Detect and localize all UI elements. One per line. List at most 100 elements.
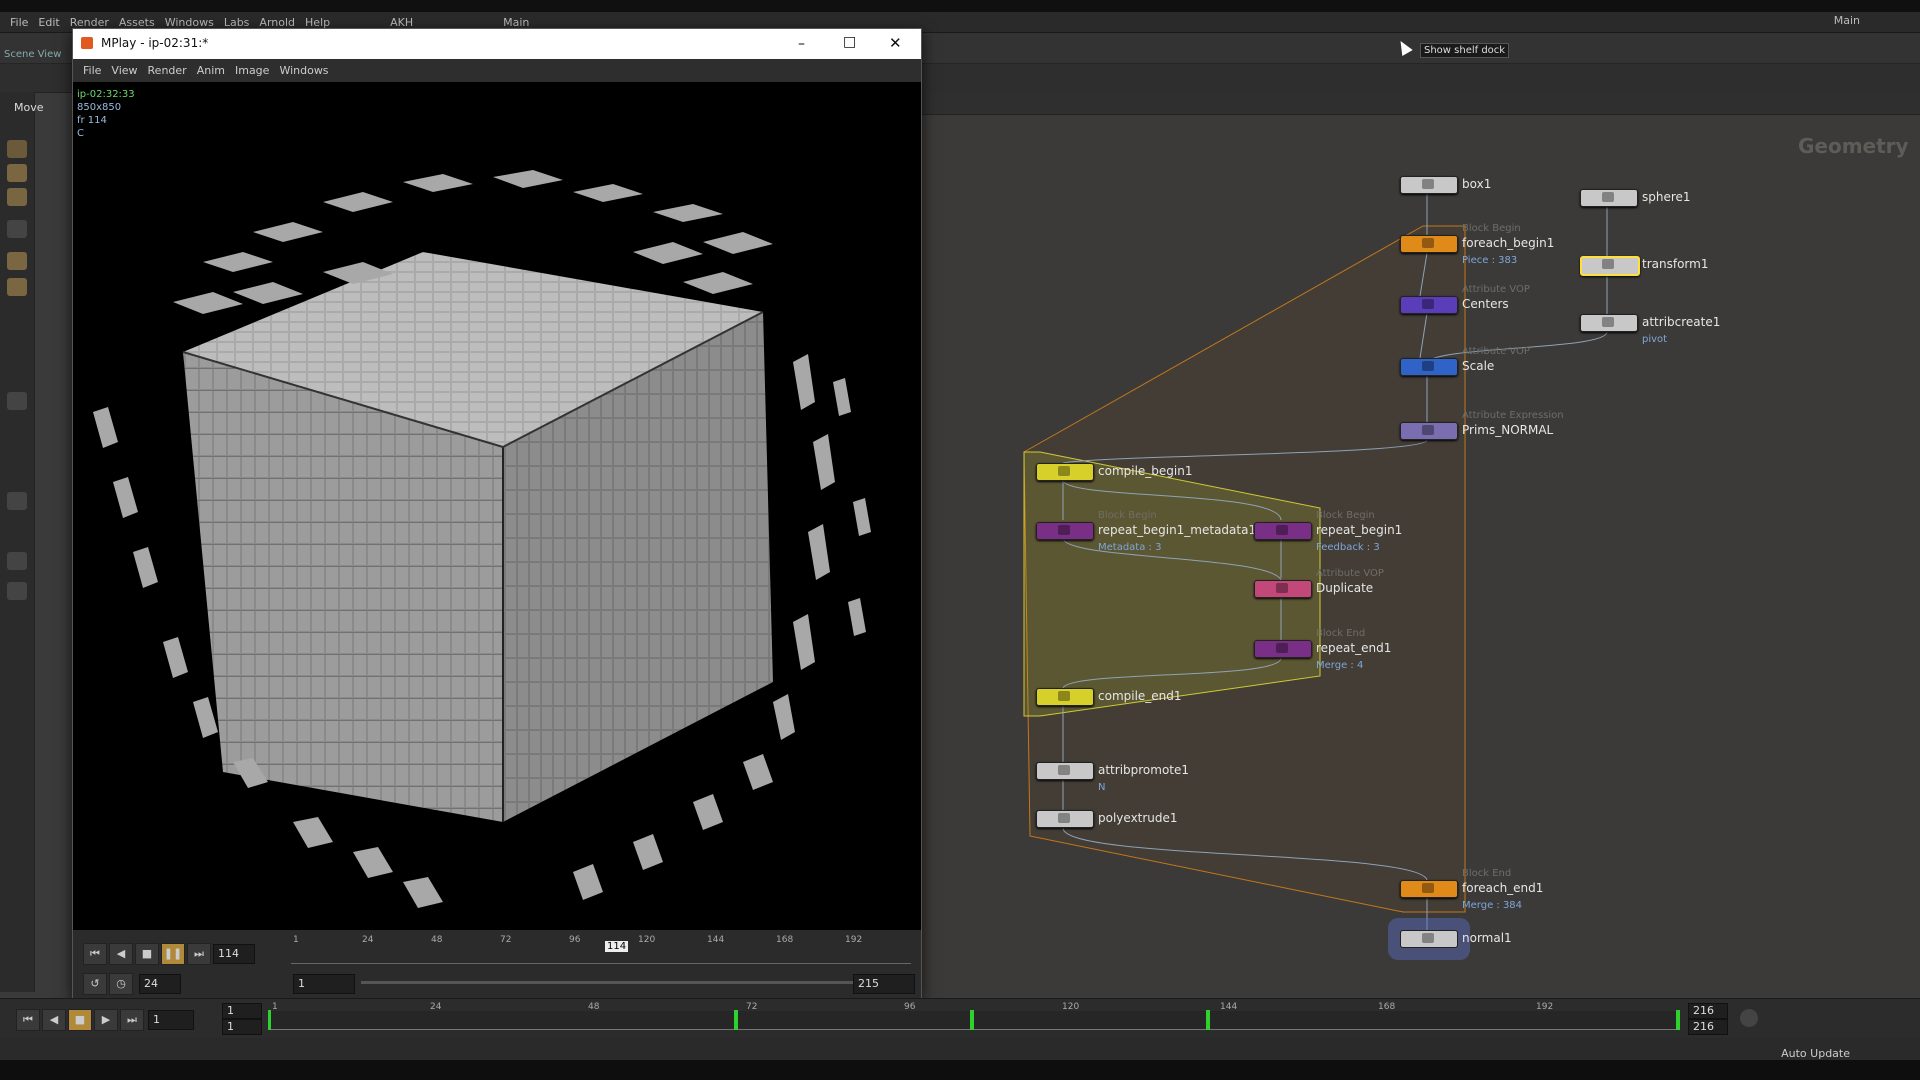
- mplay-tick-label: 192: [845, 935, 863, 945]
- mplay-menu-view[interactable]: View: [111, 64, 137, 77]
- node-info-label: Feedback : 3: [1316, 542, 1380, 553]
- node-type-icon: [1276, 583, 1288, 593]
- node-info-label: Merge : 4: [1316, 660, 1364, 671]
- node-name-label: foreach_end1: [1462, 881, 1544, 895]
- node-type-label: Block End: [1316, 628, 1366, 639]
- tl-jump-end-icon[interactable]: ⏭: [120, 1009, 144, 1031]
- node-info-label: N: [1098, 782, 1106, 793]
- mplay-menu-anim[interactable]: Anim: [197, 64, 225, 77]
- node-type-icon: [1058, 466, 1070, 476]
- node-info-label: Piece : 383: [1462, 255, 1518, 266]
- mplay-range-end[interactable]: 215: [853, 974, 915, 994]
- node-name-label: normal1: [1462, 931, 1512, 945]
- mplay-range-slider[interactable]: [361, 981, 861, 984]
- node-type-label: Block End: [1462, 868, 1512, 879]
- tl-end-field[interactable]: 216: [1688, 1003, 1728, 1019]
- node-type-icon: [1422, 883, 1434, 893]
- pause-icon[interactable]: ❚❚: [161, 943, 185, 965]
- minimize-icon[interactable]: –: [798, 36, 805, 52]
- node-name-label: polyextrude1: [1098, 811, 1178, 825]
- viewport-info-frame: fr 114: [77, 115, 107, 126]
- node-name-label: transform1: [1642, 257, 1709, 271]
- mplay-frame-field[interactable]: 114: [213, 944, 255, 964]
- node-type-label: Block Begin: [1316, 510, 1375, 521]
- mplay-tick-label: 168: [776, 935, 794, 945]
- node-type-icon: [1422, 179, 1434, 189]
- node-type-icon: [1422, 425, 1434, 435]
- viewport-info: ip-02:32:33 850x850 fr 114 C: [77, 88, 135, 140]
- tl-tick-label: 144: [1220, 1002, 1238, 1012]
- mplay-fps-field[interactable]: 24: [139, 974, 181, 994]
- mplay-tick-label: 24: [362, 935, 374, 945]
- realtime-icon[interactable]: ◷: [109, 973, 133, 995]
- tl-tick-label: 1: [272, 1002, 278, 1012]
- mplay-ruler[interactable]: [291, 945, 911, 964]
- tl-jump-start-icon[interactable]: ⏮: [16, 1009, 40, 1031]
- tl-start-field[interactable]: 1: [222, 1003, 262, 1019]
- maximize-icon[interactable]: □: [843, 34, 856, 50]
- close-icon[interactable]: ✕: [889, 34, 902, 52]
- node-type-label: Attribute VOP: [1462, 346, 1530, 357]
- tl-tick-label: 72: [746, 1002, 758, 1012]
- mplay-tick-label: 72: [500, 935, 512, 945]
- node-type-icon: [1422, 361, 1434, 371]
- viewport-info-res: 850x850: [77, 102, 122, 113]
- node-info-label: Metadata : 3: [1098, 542, 1162, 553]
- node-name-label: repeat_end1: [1316, 641, 1392, 655]
- key-icon[interactable]: [1740, 1009, 1758, 1027]
- tl-stop-icon[interactable]: ■: [68, 1009, 92, 1031]
- tl-start2-field[interactable]: 1: [222, 1019, 262, 1035]
- tl-keyframe: [268, 1010, 271, 1030]
- tl-play-back-icon[interactable]: ◀: [42, 1009, 66, 1031]
- node-type-icon: [1602, 192, 1614, 202]
- node-type-icon: [1058, 691, 1070, 701]
- node-name-label: Duplicate: [1316, 581, 1374, 595]
- tl-frame-field[interactable]: 1: [148, 1010, 194, 1030]
- tl-keyframe: [970, 1010, 974, 1030]
- mplay-menu-render[interactable]: Render: [148, 64, 187, 77]
- os-bottom-strip: [0, 1060, 1920, 1080]
- node-type-icon: [1058, 765, 1070, 775]
- mplay-titlebar[interactable]: MPlay - ip-02:31:* – □ ✕: [73, 29, 921, 59]
- mplay-viewport[interactable]: ip-02:32:33 850x850 fr 114 C: [73, 82, 921, 930]
- jump-end-icon[interactable]: ⏭: [187, 943, 211, 965]
- node-type-icon: [1602, 317, 1614, 327]
- play-back-icon[interactable]: ◀: [109, 943, 133, 965]
- mplay-menu-file[interactable]: File: [83, 64, 101, 77]
- tl-tick-label: 168: [1378, 1002, 1396, 1012]
- loop-icon[interactable]: ↺: [83, 973, 107, 995]
- mplay-range-start[interactable]: 1: [293, 974, 355, 994]
- tl-play-icon[interactable]: ▶: [94, 1009, 118, 1031]
- mplay-tick-label: 96: [569, 935, 581, 945]
- mplay-menu-bar: File View Render Anim Image Windows: [73, 59, 921, 81]
- stop-icon[interactable]: ■: [135, 943, 159, 965]
- tl-end2-field[interactable]: 216: [1688, 1019, 1728, 1035]
- node-type-label: Attribute Expression: [1462, 410, 1564, 421]
- tl-keyframe: [1676, 1010, 1680, 1030]
- node-type-icon: [1422, 299, 1434, 309]
- mplay-current-frame-marker[interactable]: 114: [605, 941, 629, 952]
- node-name-label: repeat_begin1_metadata1: [1098, 523, 1257, 537]
- node-type-icon: [1058, 813, 1070, 823]
- mplay-tick-label: 48: [431, 935, 443, 945]
- auto-update-toggle[interactable]: Auto Update: [1781, 1047, 1850, 1060]
- tl-keyframe: [734, 1010, 738, 1030]
- node-name-label: repeat_begin1: [1316, 523, 1403, 537]
- mplay-menu-image[interactable]: Image: [235, 64, 269, 77]
- node-name-label: compile_begin1: [1098, 464, 1193, 478]
- node-info-label: Merge : 384: [1462, 900, 1523, 911]
- tl-tick-label: 96: [904, 1002, 916, 1012]
- tl-keyframe: [1206, 1010, 1210, 1030]
- mplay-menu-windows[interactable]: Windows: [279, 64, 328, 77]
- node-name-label: foreach_begin1: [1462, 236, 1555, 250]
- tl-tick-label: 192: [1536, 1002, 1554, 1012]
- mplay-tick-label: 1: [293, 935, 299, 945]
- node-type-icon: [1422, 238, 1434, 248]
- node-type-icon: [1276, 643, 1288, 653]
- mplay-tick-label: 120: [638, 935, 656, 945]
- rendered-cube-image: [93, 170, 871, 908]
- node-name-label: attribcreate1: [1642, 315, 1721, 329]
- jump-start-icon[interactable]: ⏮: [83, 943, 107, 965]
- mplay-app-icon: [81, 37, 93, 49]
- node-type-icon: [1602, 259, 1614, 269]
